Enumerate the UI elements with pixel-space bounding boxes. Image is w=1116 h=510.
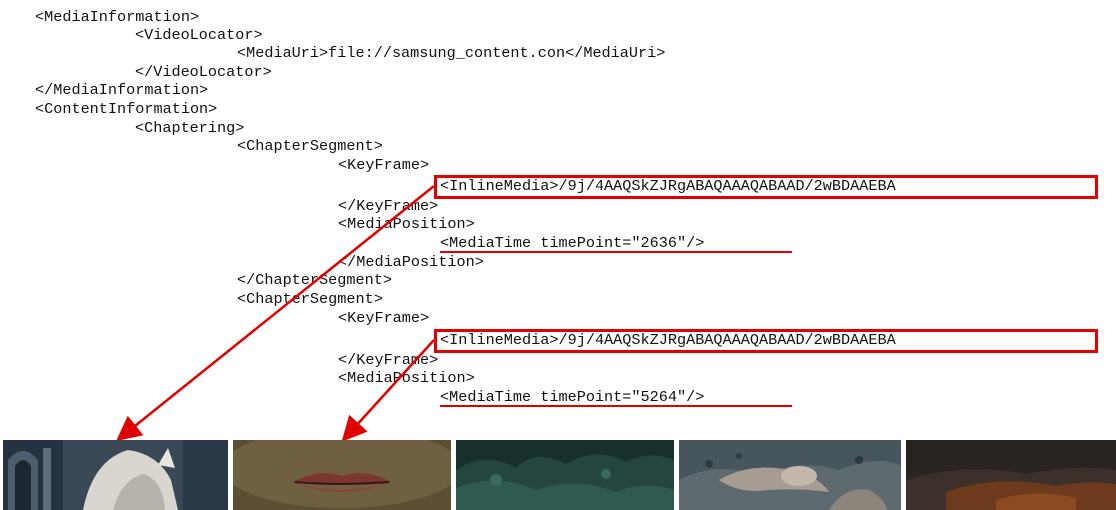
media-time-underline — [440, 251, 792, 253]
code-line-keyframe-close-2: </KeyFrame> — [338, 351, 439, 369]
code-line-content-information-open: <ContentInformation> — [35, 100, 218, 118]
media-time-underline-2 — [440, 405, 792, 407]
thumbnail-gothic-arch-hooded-figure — [3, 440, 228, 510]
inline-media-highlight-box-2 — [434, 329, 1098, 353]
code-line-video-locator-open: <VideoLocator> — [135, 26, 263, 44]
code-line-media-uri: <MediaUri>file://samsung_content.con</Me… — [237, 44, 666, 62]
thumbnail-rocky-creature — [679, 440, 901, 510]
code-line-chaptering-open: <Chaptering> — [135, 119, 245, 137]
xml-code-block: <MediaInformation> <VideoLocator> <Media… — [0, 0, 1116, 410]
keyframe-thumbnail-strip — [0, 440, 1116, 510]
code-line-media-information-close: </MediaInformation> — [35, 81, 209, 99]
code-line-media-position-open: <MediaPosition> — [338, 215, 475, 233]
thumbnail-dark-green-forest — [456, 440, 674, 510]
code-line-media-position-open-2: <MediaPosition> — [338, 369, 475, 387]
code-line-chapter-segment-open-2: <ChapterSegment> — [237, 290, 383, 308]
inline-media-highlight-box — [434, 175, 1098, 199]
code-line-media-position-close: </MediaPosition> — [338, 253, 484, 271]
code-line-chapter-segment-open: <ChapterSegment> — [237, 137, 383, 155]
code-line-keyframe-open: <KeyFrame> — [338, 156, 430, 174]
code-line-media-time-2: <MediaTime timePoint="5264"/> — [440, 388, 705, 406]
code-line-chapter-segment-close: </ChapterSegment> — [237, 271, 392, 289]
code-line-media-time: <MediaTime timePoint="2636"/> — [440, 234, 705, 252]
code-line-keyframe-close: </KeyFrame> — [338, 197, 439, 215]
thumbnail-dark-landscape-orange — [906, 440, 1116, 510]
thumbnail-closeup-lips — [233, 440, 451, 510]
code-line-keyframe-open-2: <KeyFrame> — [338, 309, 430, 327]
code-line-media-information-open: <MediaInformation> — [35, 8, 200, 26]
code-line-video-locator-close: </VideoLocator> — [135, 63, 272, 81]
